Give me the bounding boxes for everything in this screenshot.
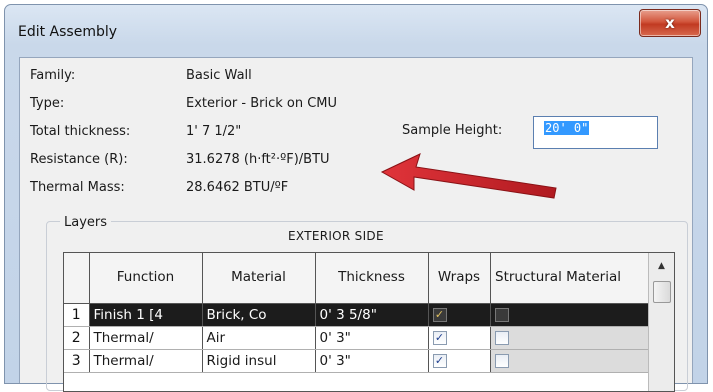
thermal-mass-value: 28.6462 BTU/ºF [186, 180, 289, 195]
total-thickness-label: Total thickness: [30, 124, 131, 139]
material-cell[interactable]: Air [202, 326, 316, 350]
table-row[interactable]: 3 Thermal/ Rigid insul 0' 3" ✓ [64, 349, 651, 373]
header-function[interactable]: Function [89, 253, 203, 304]
resistance-value: 31.6278 (h·ft²·ºF)/BTU [186, 152, 330, 167]
header-rownum [64, 253, 90, 304]
structural-cell[interactable] [490, 349, 651, 373]
sample-height-value: 20' 0" [544, 121, 590, 135]
dialog-title: Edit Assembly [18, 24, 118, 40]
layers-legend: Layers [60, 215, 112, 230]
table-row[interactable]: 1 Finish 1 [4 Brick, Co 0' 3 5/8" ✓ [64, 303, 651, 327]
row-number[interactable]: 2 [64, 326, 90, 350]
function-cell[interactable]: Thermal/ [89, 326, 203, 350]
family-label: Family: [30, 68, 76, 83]
material-cell[interactable]: Brick, Co [202, 303, 316, 327]
layers-table: Function Material Thickness Wraps Struct… [63, 252, 675, 392]
header-structural-material[interactable]: Structural Material [490, 253, 651, 304]
header-material[interactable]: Material [202, 253, 316, 304]
close-icon: x [665, 14, 675, 32]
structural-cell[interactable] [490, 303, 651, 327]
sample-height-input[interactable]: 20' 0" [533, 116, 658, 149]
exterior-side-label: EXTERIOR SIDE [288, 229, 384, 243]
material-cell[interactable]: Rigid insul [202, 349, 316, 373]
close-button[interactable]: x [639, 9, 701, 37]
thickness-cell[interactable]: 0' 3 5/8" [315, 303, 429, 327]
wraps-checkbox[interactable]: ✓ [432, 330, 447, 345]
thickness-cell[interactable]: 0' 3" [315, 349, 429, 373]
row-number[interactable]: 1 [64, 303, 90, 327]
total-thickness-value: 1' 7 1/2" [186, 124, 242, 139]
wraps-cell[interactable]: ✓ [428, 326, 491, 350]
table-row[interactable]: 2 Thermal/ Air 0' 3" ✓ [64, 326, 651, 350]
thickness-cell[interactable]: 0' 3" [315, 326, 429, 350]
thermal-mass-label: Thermal Mass: [30, 180, 125, 195]
function-cell[interactable]: Finish 1 [4 [89, 303, 203, 327]
scroll-thumb[interactable] [653, 281, 671, 303]
wraps-cell[interactable]: ✓ [428, 349, 491, 373]
wraps-cell[interactable]: ✓ [428, 303, 491, 327]
title-bar: Edit Assembly x [5, 5, 707, 57]
structural-checkbox[interactable] [494, 353, 509, 368]
sample-height-label: Sample Height: [402, 123, 503, 138]
structural-cell[interactable] [490, 326, 651, 350]
type-value: Exterior - Brick on CMU [186, 96, 338, 111]
scroll-up-arrow-icon[interactable]: ▲ [649, 253, 674, 279]
resistance-label: Resistance (R): [30, 152, 128, 167]
wraps-checkbox[interactable]: ✓ [432, 353, 447, 368]
red-arrow-icon [380, 153, 557, 199]
vertical-scrollbar[interactable]: ▲ [648, 253, 674, 391]
structural-checkbox[interactable] [494, 307, 509, 322]
structural-checkbox[interactable] [494, 330, 509, 345]
family-value: Basic Wall [186, 68, 252, 83]
type-label: Type: [30, 96, 65, 111]
wraps-checkbox[interactable]: ✓ [432, 307, 447, 322]
function-cell[interactable]: Thermal/ [89, 349, 203, 373]
row-number[interactable]: 3 [64, 349, 90, 373]
header-thickness[interactable]: Thickness [315, 253, 429, 304]
header-wraps[interactable]: Wraps [428, 253, 491, 304]
